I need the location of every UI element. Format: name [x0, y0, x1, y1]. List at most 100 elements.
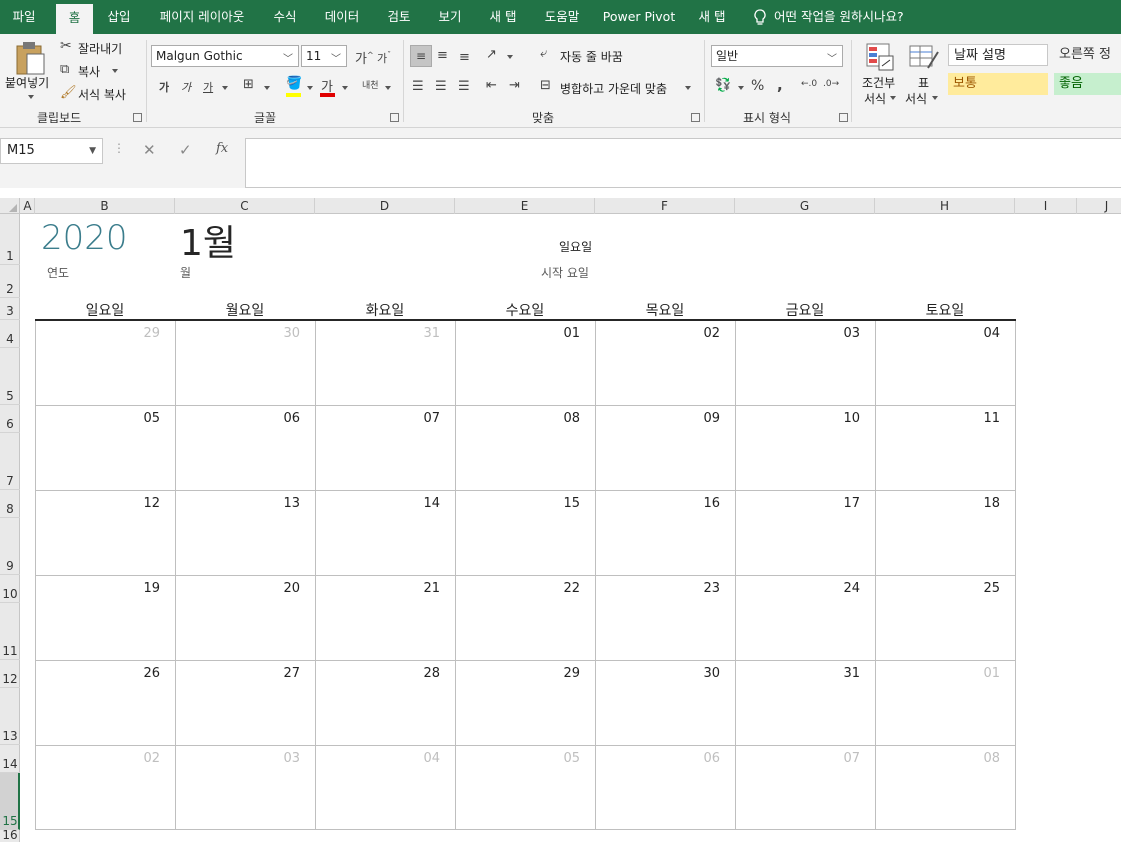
column-header-a[interactable]: A — [21, 198, 35, 214]
year-cell[interactable]: 2020 — [41, 218, 128, 258]
calendar-day-cell[interactable]: 24 — [736, 576, 876, 661]
bottom-align-icon[interactable]: ≡ — [459, 50, 470, 65]
tab-insert[interactable]: 삽입 — [98, 0, 140, 34]
calendar-day-cell[interactable]: 31 — [736, 661, 876, 746]
tab-home[interactable]: 홈 — [56, 4, 93, 34]
tab-data[interactable]: 데이터 — [318, 0, 366, 34]
calendar-day-cell[interactable]: 07 — [736, 746, 876, 830]
grow-font-icon[interactable]: 가^ — [355, 48, 374, 67]
tab-power-pivot[interactable]: Power Pivot — [600, 0, 678, 34]
calendar-day-cell[interactable]: 12 — [36, 491, 176, 576]
conditional-formatting-icon[interactable] — [865, 42, 895, 72]
style-neutral[interactable]: 보통 — [948, 73, 1048, 95]
select-all-button[interactable] — [0, 198, 20, 214]
calendar-day-cell[interactable]: 27 — [176, 661, 316, 746]
font-name-dropdown[interactable]: Malgun Gothic ﹀ — [151, 45, 299, 67]
calendar-day-cell[interactable]: 29 — [456, 661, 596, 746]
row-header[interactable]: 1 — [0, 214, 20, 265]
format-as-table-icon[interactable] — [908, 42, 940, 72]
comma-style-icon[interactable]: , — [777, 76, 783, 94]
row-header[interactable]: 12 — [0, 660, 20, 688]
calendar-day-cell[interactable]: 17 — [736, 491, 876, 576]
font-color-dropdown-icon[interactable] — [342, 86, 348, 90]
conditional-dropdown-icon[interactable] — [890, 96, 896, 100]
cancel-icon[interactable]: ✕ — [143, 141, 156, 159]
row-header[interactable]: 9 — [0, 518, 20, 575]
clipboard-launcher-icon[interactable] — [133, 113, 142, 122]
calendar-day-cell[interactable]: 21 — [316, 576, 456, 661]
calendar-day-cell[interactable]: 15 — [456, 491, 596, 576]
align-center-icon[interactable]: ☰ — [435, 79, 447, 94]
format-as-table-label-2[interactable]: 서식 — [905, 90, 927, 107]
row-header[interactable]: 5 — [0, 348, 20, 405]
column-header-c[interactable]: C — [175, 198, 315, 214]
tab-file[interactable]: 파일 — [4, 0, 44, 34]
calendar-day-cell[interactable]: 26 — [36, 661, 176, 746]
paste-button[interactable]: 붙여넣기 — [5, 74, 49, 91]
column-header-h[interactable]: H — [875, 198, 1015, 214]
number-format-dropdown[interactable]: 일반 ﹀ — [711, 45, 843, 67]
orientation-dropdown-icon[interactable] — [507, 55, 513, 59]
worksheet-grid[interactable]: 2020 연도 1월 월 일요일 시작 요일 일요일 월요일 화요일 수요일 목… — [21, 214, 1121, 842]
tab-formulas[interactable]: 수식 — [266, 0, 304, 34]
calendar-day-cell[interactable]: 05 — [36, 406, 176, 491]
calendar-day-cell[interactable]: 23 — [596, 576, 736, 661]
accounting-dropdown-icon[interactable] — [738, 86, 744, 90]
style-date-description[interactable]: 날짜 설명 — [948, 44, 1048, 66]
cut-button[interactable]: 잘라내기 — [78, 40, 122, 57]
borders-dropdown-icon[interactable] — [264, 86, 270, 90]
start-day-cell[interactable]: 일요일 — [559, 238, 592, 255]
calendar-day-cell[interactable]: 06 — [176, 406, 316, 491]
calendar-day-cell[interactable]: 19 — [36, 576, 176, 661]
calendar-day-cell[interactable]: 04 — [316, 746, 456, 830]
row-header[interactable]: 11 — [0, 603, 20, 660]
wrap-text-button[interactable]: 자동 줄 바꿈 — [560, 48, 623, 65]
phonetic-dropdown-icon[interactable] — [385, 86, 391, 90]
merge-center-button[interactable]: 병합하고 가운데 맞춤 — [560, 80, 667, 97]
align-right-icon[interactable]: ☰ — [458, 79, 470, 94]
fill-color-icon[interactable]: 🪣 — [286, 76, 302, 91]
row-header[interactable]: 6 — [0, 405, 20, 433]
column-header-i[interactable]: I — [1015, 198, 1077, 214]
alignment-launcher-icon[interactable] — [691, 113, 700, 122]
row-header[interactable]: 16 — [0, 828, 20, 842]
tab-view[interactable]: 보기 — [430, 0, 470, 34]
tell-me-search[interactable]: 어떤 작업을 원하시나요? — [774, 0, 924, 34]
calendar-day-cell[interactable]: 31 — [316, 321, 456, 406]
tab-page-layout[interactable]: 페이지 레이아웃 — [152, 0, 252, 34]
column-header-d[interactable]: D — [315, 198, 455, 214]
conditional-formatting-label-1[interactable]: 조건부 — [862, 74, 895, 91]
row-header[interactable]: 7 — [0, 433, 20, 490]
calendar-day-cell[interactable]: 01 — [876, 661, 1016, 746]
orientation-icon[interactable]: ↗ — [486, 47, 497, 62]
column-header-g[interactable]: G — [735, 198, 875, 214]
underline-dropdown-icon[interactable] — [222, 86, 228, 90]
column-header-f[interactable]: F — [595, 198, 735, 214]
row-header[interactable]: 4 — [0, 320, 20, 348]
column-header-b[interactable]: B — [35, 198, 175, 214]
bold-button[interactable]: 가 — [159, 79, 169, 95]
calendar-day-cell[interactable]: 04 — [876, 321, 1016, 406]
tab-new-1[interactable]: 새 탭 — [482, 0, 524, 34]
merge-dropdown-icon[interactable] — [685, 86, 691, 90]
calendar-day-cell[interactable]: 07 — [316, 406, 456, 491]
calendar-day-cell[interactable]: 14 — [316, 491, 456, 576]
style-right-align[interactable]: 오른쪽 정 — [1054, 44, 1121, 66]
format-as-table-label-1[interactable]: 표 — [918, 74, 929, 91]
phonetic-guide-icon[interactable]: 내천 — [362, 78, 379, 91]
decrease-indent-icon[interactable]: ⇤ — [486, 78, 497, 93]
font-size-dropdown[interactable]: 11 ﹀ — [301, 45, 347, 67]
calendar-day-cell[interactable]: 29 — [36, 321, 176, 406]
month-cell[interactable]: 1월 — [180, 214, 236, 266]
insert-function-icon[interactable]: fx — [216, 141, 228, 156]
column-header-e[interactable]: E — [455, 198, 595, 214]
calendar-day-cell[interactable]: 20 — [176, 576, 316, 661]
increase-decimal-icon[interactable]: ←.0 — [801, 79, 817, 89]
row-header-selected[interactable]: 15 — [0, 773, 20, 830]
calendar-day-cell[interactable]: 11 — [876, 406, 1016, 491]
row-header[interactable]: 10 — [0, 575, 20, 603]
enter-icon[interactable]: ✓ — [179, 141, 192, 159]
copy-button[interactable]: 복사 — [78, 63, 100, 80]
calendar-day-cell[interactable]: 13 — [176, 491, 316, 576]
tab-help[interactable]: 도움말 — [536, 0, 588, 34]
